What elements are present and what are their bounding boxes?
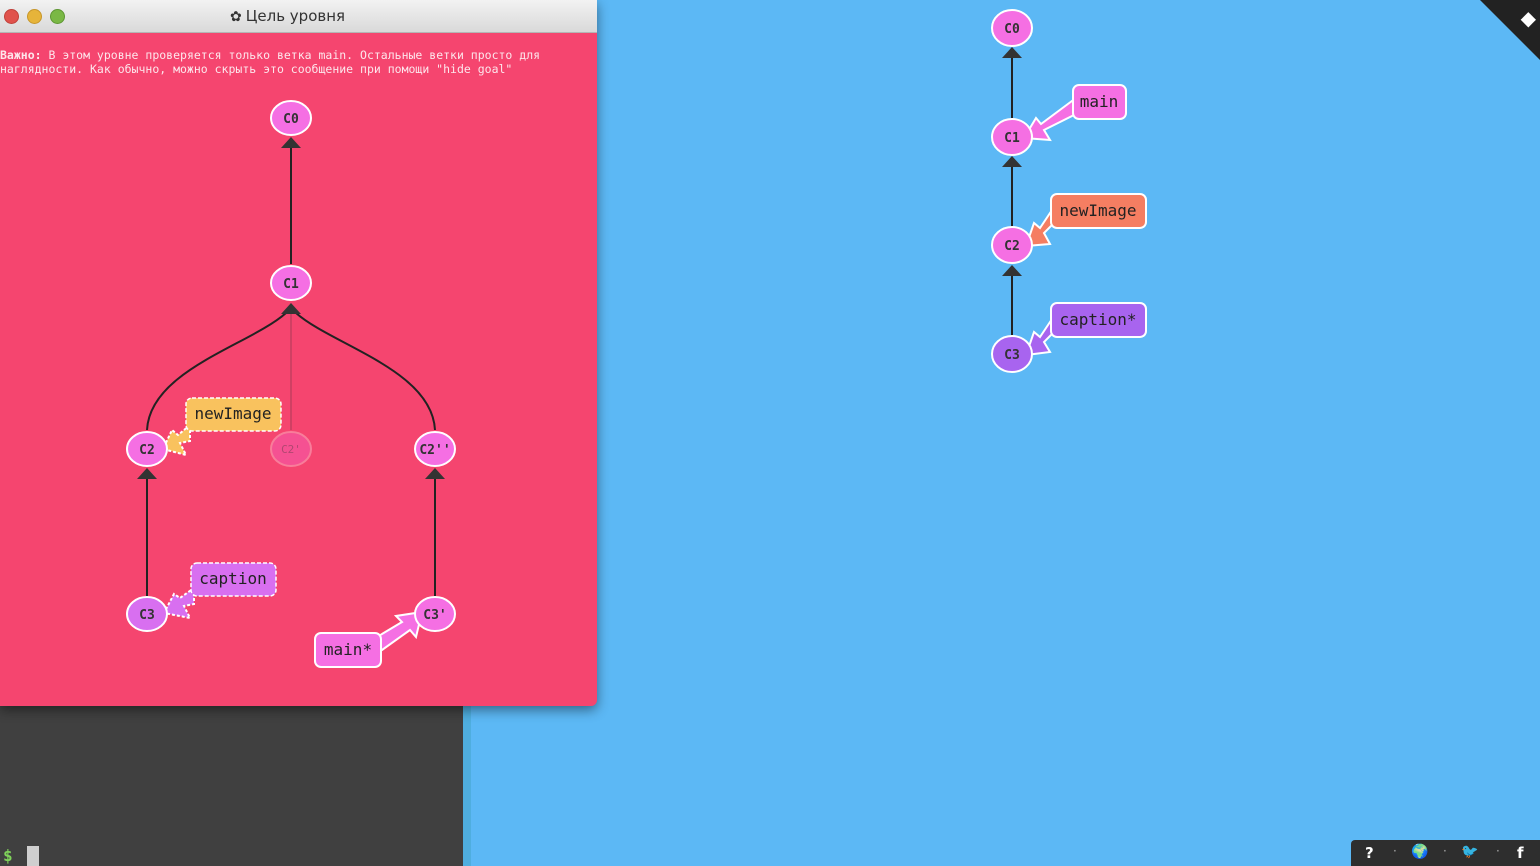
goal-commit-tree: newImage caption main* C0 C1 C2 C2' C2''… [126,100,456,668]
help-icon[interactable]: ? [1365,844,1374,862]
bottom-toolbar: ? · 🌍 · 🐦 · f [1351,840,1540,866]
goal-edge-arrow-c2pp [425,468,445,479]
goal-commit-c2-prime-label: C2' [281,443,301,456]
goal-commit-c3-prime-label: C3' [423,608,446,623]
goal-edge-arrow-c1 [281,303,301,314]
commit-c3-label: C3 [1004,348,1020,363]
octocat-icon[interactable]: ◆ [1521,6,1536,30]
goal-branch-label-main-text: main* [324,640,372,659]
goal-edge-arrow-c2 [137,468,157,479]
goal-branch-arrow-caption [162,586,195,620]
goal-commit-c0-label: C0 [283,112,299,127]
goal-edge-arrow-c0 [281,137,301,148]
branch-label-caption-text: caption* [1059,310,1136,329]
goal-edge-c2pp-c1 [295,312,436,431]
commit-c1-label: C1 [1004,131,1020,146]
commit-c0-label: C0 [1004,22,1020,37]
edge-arrow-c1 [1002,156,1022,167]
goal-branch-label-caption-text: caption [199,569,266,588]
twitter-icon[interactable]: 🐦 [1461,844,1478,860]
commit-c2-label: C2 [1004,239,1020,254]
branch-label-newimage-text: newImage [1059,201,1136,220]
edge-arrow-c2 [1002,265,1022,276]
goal-window: ✿ Цель уровня Важно: В этом уровне провер… [0,0,597,706]
goal-commit-c2-double-prime-label: C2'' [419,443,450,458]
toolbar-separator: · [1496,844,1500,858]
goal-commit-c3-label: C3 [139,608,155,623]
toolbar-separator: · [1393,844,1397,858]
toolbar-separator: · [1443,844,1447,858]
globe-icon[interactable]: 🌍 [1411,844,1428,860]
branch-label-main-text: main [1080,92,1119,111]
edge-arrow-c0 [1002,47,1022,58]
goal-commit-c2-label: C2 [139,443,155,458]
goal-commit-c1-label: C1 [283,277,299,292]
goal-branch-label-newimage-text: newImage [194,404,271,423]
facebook-icon[interactable]: f [1517,844,1524,862]
